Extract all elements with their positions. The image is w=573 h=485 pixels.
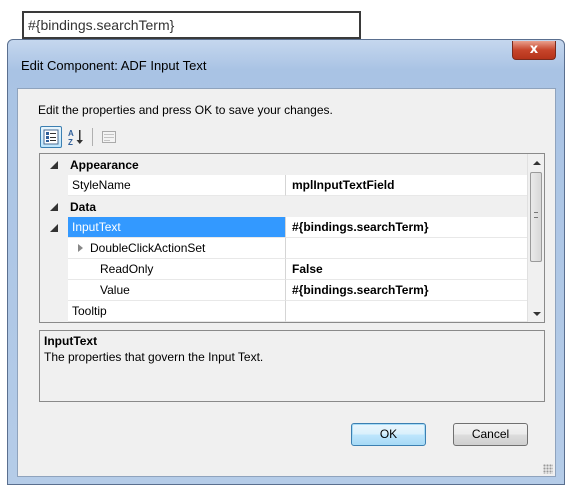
property-grid-toolbar: A Z [40,125,120,149]
property-row-inputtext[interactable]: InputText #{bindings.searchTerm} [40,217,529,238]
property-row-stylename[interactable]: StyleName mplInputTextField [40,175,529,196]
property-name: InputText [68,217,286,238]
description-title: InputText [44,334,98,348]
dialog-title: Edit Component: ADF Input Text [21,58,207,73]
close-button[interactable]: x [512,41,556,60]
property-name: DoubleClickActionSet [90,241,206,255]
alphabetical-sort-button[interactable]: A Z [65,126,87,148]
edit-component-dialog: Edit Component: ADF Input Text x Edit th… [7,39,565,485]
collapse-icon[interactable] [40,217,68,238]
property-grid: Appearance StyleName mplInputTextField D… [39,153,545,323]
vertical-scrollbar[interactable] [527,154,544,322]
property-row-readonly[interactable]: ReadOnly False [40,259,529,280]
property-value[interactable] [286,238,529,259]
description-text: The properties that govern the Input Tex… [44,350,264,364]
svg-text:Z: Z [68,138,73,146]
expand-icon[interactable] [78,244,83,252]
title-bar[interactable]: Edit Component: ADF Input Text x [8,40,564,88]
dialog-body: Edit the properties and press OK to save… [17,88,556,477]
categorized-view-icon [43,129,59,145]
property-pages-button[interactable] [98,126,120,148]
toolbar-separator [92,128,93,146]
property-value[interactable]: False [286,259,529,280]
scroll-up-button[interactable] [528,154,544,171]
grip-icon [534,212,538,218]
property-name: StyleName [68,175,286,196]
property-name: Tooltip [68,301,286,322]
close-icon: x [529,42,539,57]
resize-grip-icon[interactable] [543,464,553,474]
up-arrow-icon [532,160,541,165]
scroll-thumb[interactable] [530,172,542,262]
property-value[interactable] [286,301,529,322]
collapse-icon[interactable] [40,154,68,175]
property-value[interactable]: #{bindings.searchTerm} [286,280,529,301]
svg-text:A: A [68,129,74,138]
search-term-field[interactable]: #{bindings.searchTerm} [22,11,361,39]
category-label: Appearance [70,157,139,172]
property-row-value[interactable]: Value #{bindings.searchTerm} [40,280,529,301]
property-pages-icon [102,131,116,143]
collapse-icon[interactable] [40,196,68,217]
ok-button[interactable]: OK [351,423,426,446]
instructions-text: Edit the properties and press OK to save… [38,103,333,117]
property-row-doubleclickactionset[interactable]: DoubleClickActionSet [40,238,529,259]
property-value[interactable]: mplInputTextField [286,175,529,196]
scroll-down-button[interactable] [528,305,544,322]
description-panel: InputText The properties that govern the… [39,330,545,402]
property-value[interactable]: #{bindings.searchTerm} [286,217,529,238]
categorized-view-button[interactable] [40,126,62,148]
property-row-tooltip[interactable]: Tooltip [40,301,529,322]
cancel-button[interactable]: Cancel [453,423,528,446]
category-label: Data [70,199,97,214]
property-name: Value [68,280,286,301]
property-name: ReadOnly [68,259,286,280]
down-arrow-icon [532,311,541,316]
category-appearance[interactable]: Appearance [40,154,529,175]
category-data[interactable]: Data [40,196,529,217]
alphabetical-sort-icon: A Z [68,129,83,146]
